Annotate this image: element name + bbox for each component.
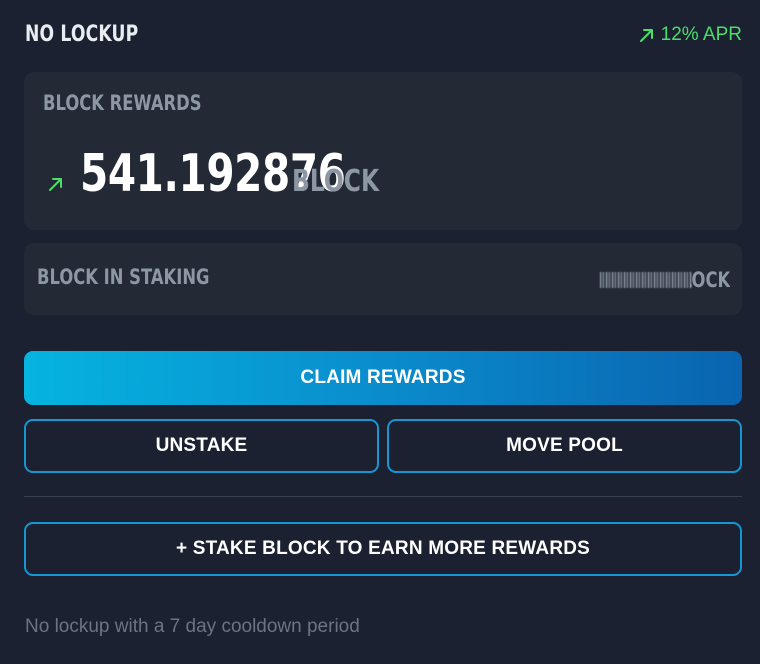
unstake-button[interactable]: UNSTAKE	[24, 419, 379, 473]
rewards-card: BLOCK REWARDS 541.192876 BLOCK	[24, 72, 742, 230]
apr-value: 12% APR	[660, 24, 742, 45]
divider	[24, 496, 742, 497]
stake-more-label: + STAKE BLOCK TO EARN MORE REWARDS	[175, 538, 591, 559]
claim-rewards-button[interactable]: CLAIM REWARDS	[24, 351, 742, 405]
apr-badge: 12% APR	[639, 24, 742, 46]
staking-card: BLOCK IN STAKING LOCK	[24, 243, 742, 315]
staking-value: LOCK	[600, 267, 730, 293]
redacted-amount	[600, 272, 692, 288]
staking-label: BLOCK IN STAKING	[37, 265, 210, 289]
pool-header: NO LOCKUP 12% APR	[25, 20, 742, 52]
rewards-unit: BLOCK	[292, 164, 380, 199]
claim-rewards-label: CLAIM REWARDS	[300, 367, 466, 388]
pool-title: NO LOCKUP	[25, 22, 139, 47]
rewards-amount-group: 541.192876 BLOCK	[80, 144, 420, 204]
cooldown-note: No lockup with a 7 day cooldown period	[25, 616, 360, 637]
arrow-up-right-icon	[639, 29, 653, 42]
staking-unit: LOCK	[690, 268, 730, 292]
move-pool-label: MOVE POOL	[506, 435, 623, 456]
rewards-label: BLOCK REWARDS	[43, 91, 202, 115]
move-pool-button[interactable]: MOVE POOL	[387, 419, 742, 473]
unstake-label: UNSTAKE	[155, 435, 248, 456]
arrow-up-right-icon	[49, 178, 62, 191]
stake-more-button[interactable]: + STAKE BLOCK TO EARN MORE REWARDS	[24, 522, 742, 576]
